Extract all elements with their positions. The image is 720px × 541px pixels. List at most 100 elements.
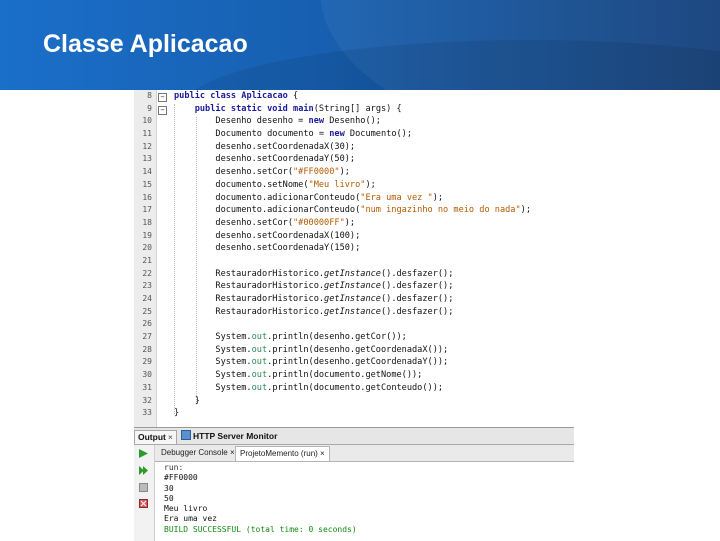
code-token: Documento documento = xyxy=(174,129,330,140)
code-line[interactable]: 10 Desenho desenho = new Desenho(); xyxy=(134,115,574,128)
code-text: desenho.setCoordenadaY(50); xyxy=(174,153,355,166)
tab-debugger-console[interactable]: Debugger Console × xyxy=(157,446,239,460)
code-token: .println(desenho.getCoordenadaX()); xyxy=(267,344,449,355)
code-text: public static void main(String[] args) { xyxy=(174,103,402,116)
code-line[interactable]: 19 desenho.setCoordenadaX(100); xyxy=(134,230,574,243)
code-token: "num ingazinho no meio do nada" xyxy=(360,205,521,216)
code-line[interactable]: 11 Documento documento = new Documento()… xyxy=(134,128,574,141)
code-line[interactable]: 15 documento.setNome("Meu livro"); xyxy=(134,179,574,192)
tab-http-server-monitor[interactable]: HTTP Server Monitor xyxy=(178,430,280,443)
code-token: System. xyxy=(174,382,252,393)
line-number: 31 xyxy=(142,382,152,392)
code-line[interactable]: 8− public class Aplicacao { xyxy=(134,90,574,103)
code-token: System. xyxy=(174,332,252,343)
code-text: desenho.setCor("#00000FF"); xyxy=(174,217,355,230)
code-token: out xyxy=(251,370,268,381)
console-output[interactable]: run: #FF0000 30 50 Meu livro Era uma vez BUILD… xyxy=(164,463,357,535)
close-icon[interactable]: × xyxy=(230,448,235,457)
code-text: RestauradorHistorico.getInstance().desfa… xyxy=(174,280,453,293)
code-text: System.out.println(documento.getConteudo… xyxy=(174,382,443,395)
code-token: "Meu livro" xyxy=(308,179,366,190)
tab-projeto-memento-run[interactable]: ProjetoMemento (run) × xyxy=(235,446,330,461)
code-line[interactable]: 25 RestauradorHistorico.getInstance().de… xyxy=(134,306,574,319)
code-token: documento.adicionarConteudo( xyxy=(174,192,361,203)
code-line[interactable]: 22 RestauradorHistorico.getInstance().de… xyxy=(134,268,574,281)
code-token: getInstance xyxy=(324,281,381,292)
code-line[interactable]: 28 System.out.println(desenho.getCoorden… xyxy=(134,344,574,357)
line-number: 10 xyxy=(142,116,152,126)
code-line[interactable]: 30 System.out.println(documento.getNome(… xyxy=(134,369,574,382)
line-number: 27 xyxy=(142,332,152,342)
rerun-with-options-icon[interactable] xyxy=(138,465,149,476)
line-number: 21 xyxy=(142,255,152,265)
code-line[interactable]: 29 System.out.println(desenho.getCoorden… xyxy=(134,356,574,369)
code-token: out xyxy=(251,382,268,393)
code-token: ().desfazer(); xyxy=(380,268,454,279)
code-line[interactable]: 13 desenho.setCoordenadaY(50); xyxy=(134,153,574,166)
code-line[interactable]: 21 xyxy=(134,255,574,268)
code-token: documento.setNome( xyxy=(174,179,309,190)
code-token: desenho.setCoordenadaX(100); xyxy=(174,230,361,241)
clear-output-icon[interactable] xyxy=(138,498,149,509)
code-line[interactable]: 9− public static void main(String[] args… xyxy=(134,103,574,116)
code-token: System. xyxy=(174,370,252,381)
code-line[interactable]: 17 documento.adicionarConteudo("num inga… xyxy=(134,204,574,217)
code-text: desenho.setCoordenadaY(150); xyxy=(174,242,360,255)
code-token: System. xyxy=(174,344,252,355)
code-token: ); xyxy=(344,217,356,228)
stop-icon[interactable] xyxy=(138,482,149,493)
line-number: 24 xyxy=(142,294,152,303)
console-subtabs: Debugger Console × ProjetoMemento (run) … xyxy=(155,445,574,462)
line-number: 28 xyxy=(142,344,152,354)
console-line: 50 xyxy=(164,493,174,503)
code-line[interactable]: 23 RestauradorHistorico.getInstance().de… xyxy=(134,280,574,293)
code-token: ); xyxy=(365,179,376,190)
code-text: RestauradorHistorico.getInstance().desfa… xyxy=(174,306,453,319)
code-token: out xyxy=(251,357,268,368)
code-line[interactable]: 20 desenho.setCoordenadaY(150); xyxy=(134,242,574,255)
code-token: RestauradorHistorico. xyxy=(174,306,325,317)
code-line[interactable]: 18 desenho.setCor("#00000FF"); xyxy=(134,217,574,230)
fold-toggle-icon[interactable]: − xyxy=(158,93,167,102)
code-token: documento.adicionarConteudo( xyxy=(174,205,361,216)
code-token: .println(documento.getConteudo()); xyxy=(267,382,444,393)
code-line[interactable]: 31 System.out.println(documento.getConte… xyxy=(134,382,574,395)
code-line[interactable]: 14 desenho.setCor("#FF0000"); xyxy=(134,166,574,179)
code-line[interactable]: 12 desenho.setCoordenadaX(30); xyxy=(134,141,574,154)
code-token: (String[] args) { xyxy=(313,103,402,114)
code-line[interactable]: 32 } xyxy=(134,395,574,408)
code-editor[interactable]: 8− public class Aplicacao {9− public stat… xyxy=(134,90,574,427)
code-line[interactable]: 33} xyxy=(134,407,574,420)
code-line[interactable]: 26 xyxy=(134,318,574,331)
code-text: documento.adicionarConteudo("Era uma vez… xyxy=(174,192,443,205)
rerun-icon[interactable] xyxy=(138,448,149,459)
code-line[interactable]: 27 System.out.println(desenho.getCor()); xyxy=(134,331,574,344)
code-token: out xyxy=(251,344,268,355)
code-text: public class Aplicacao { xyxy=(174,90,298,103)
code-text: Desenho desenho = new Desenho(); xyxy=(174,115,381,128)
fold-toggle-icon[interactable]: − xyxy=(158,105,167,115)
console-toolbar xyxy=(134,445,155,541)
line-number: 30 xyxy=(142,370,152,380)
code-text: RestauradorHistorico.getInstance().desfa… xyxy=(174,293,453,306)
output-tabbar: Output × HTTP Server Monitor xyxy=(134,428,574,445)
code-token: getInstance xyxy=(324,294,381,304)
line-number: 20 xyxy=(142,243,152,253)
code-token: ().desfazer(); xyxy=(380,306,454,317)
tab-output[interactable]: Output × xyxy=(134,430,177,444)
code-token: new xyxy=(308,116,325,127)
code-text: desenho.setCoordenadaX(30); xyxy=(174,141,355,154)
console-line: 30 xyxy=(164,483,174,493)
code-line[interactable]: 16 documento.adicionarConteudo("Era uma … xyxy=(134,192,574,205)
code-text: Documento documento = new Documento(); xyxy=(174,128,412,141)
code-line[interactable]: 24 RestauradorHistorico.getInstance().de… xyxy=(134,293,574,306)
close-icon[interactable]: × xyxy=(320,449,325,458)
code-text: System.out.println(documento.getNome()); xyxy=(174,369,422,382)
code-token: desenho.setCor( xyxy=(174,217,293,228)
console-line: run: xyxy=(164,463,184,472)
line-number: 23 xyxy=(142,281,152,291)
code-token: RestauradorHistorico. xyxy=(174,268,325,279)
code-token: .println(desenho.getCor()); xyxy=(267,332,407,343)
close-icon[interactable]: × xyxy=(168,432,173,442)
